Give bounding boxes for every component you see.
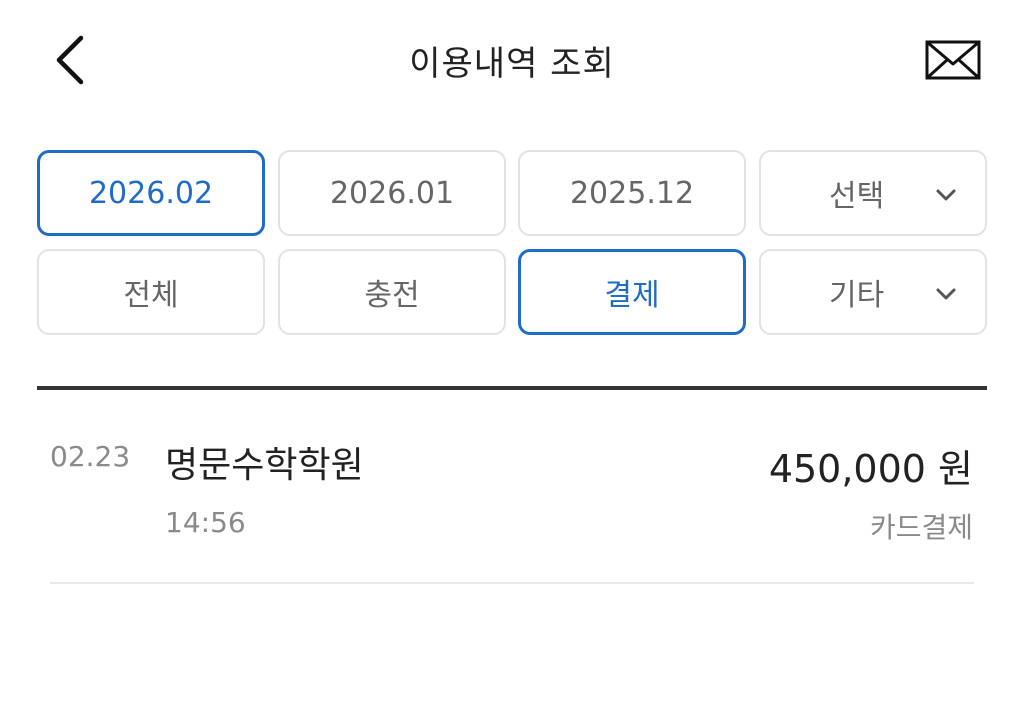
type-other-dropdown[interactable]: 기타 <box>759 249 987 335</box>
mail-button[interactable] <box>920 35 986 85</box>
type-chip-charge[interactable]: 충전 <box>278 249 506 335</box>
type-chip-payment[interactable]: 결제 <box>518 249 746 335</box>
chevron-down-icon <box>936 288 956 300</box>
month-chip-2025-12[interactable]: 2025.12 <box>518 150 746 236</box>
transaction-amount: 450,000 원 <box>768 447 973 491</box>
chip-label: 결제 <box>604 278 660 313</box>
chip-label: 2026.02 <box>88 175 214 211</box>
month-chip-2026-01[interactable]: 2026.01 <box>278 150 506 236</box>
transaction-time: 14:56 <box>165 506 246 539</box>
chip-label: 충전 <box>364 278 420 313</box>
month-chip-2026-02[interactable]: 2026.02 <box>37 150 265 236</box>
chevron-down-icon <box>936 189 956 201</box>
usage-history-screen: 이용내역 조회 2026.02 2026.01 2025.12 선택 전체 충전… <box>0 0 1024 715</box>
chip-label: 선택 <box>829 179 885 214</box>
type-chip-all[interactable]: 전체 <box>37 249 265 335</box>
transaction-merchant: 명문수학학원 <box>165 445 364 486</box>
chip-label: 전체 <box>123 278 179 313</box>
transaction-method: 카드결제 <box>869 511 973 544</box>
chip-label: 기타 <box>829 278 885 313</box>
month-select-dropdown[interactable]: 선택 <box>759 150 987 236</box>
page-title: 이용내역 조회 <box>409 44 615 84</box>
envelope-icon <box>925 40 981 80</box>
chip-label: 2025.12 <box>569 175 695 211</box>
list-item-divider <box>50 582 974 584</box>
chip-label: 2026.01 <box>329 175 455 211</box>
transaction-date: 02.23 <box>50 440 131 473</box>
header: 이용내역 조회 <box>0 0 1024 125</box>
transaction-item[interactable]: 02.23 명문수학학원 14:56 450,000 원 카드결제 <box>37 390 987 584</box>
